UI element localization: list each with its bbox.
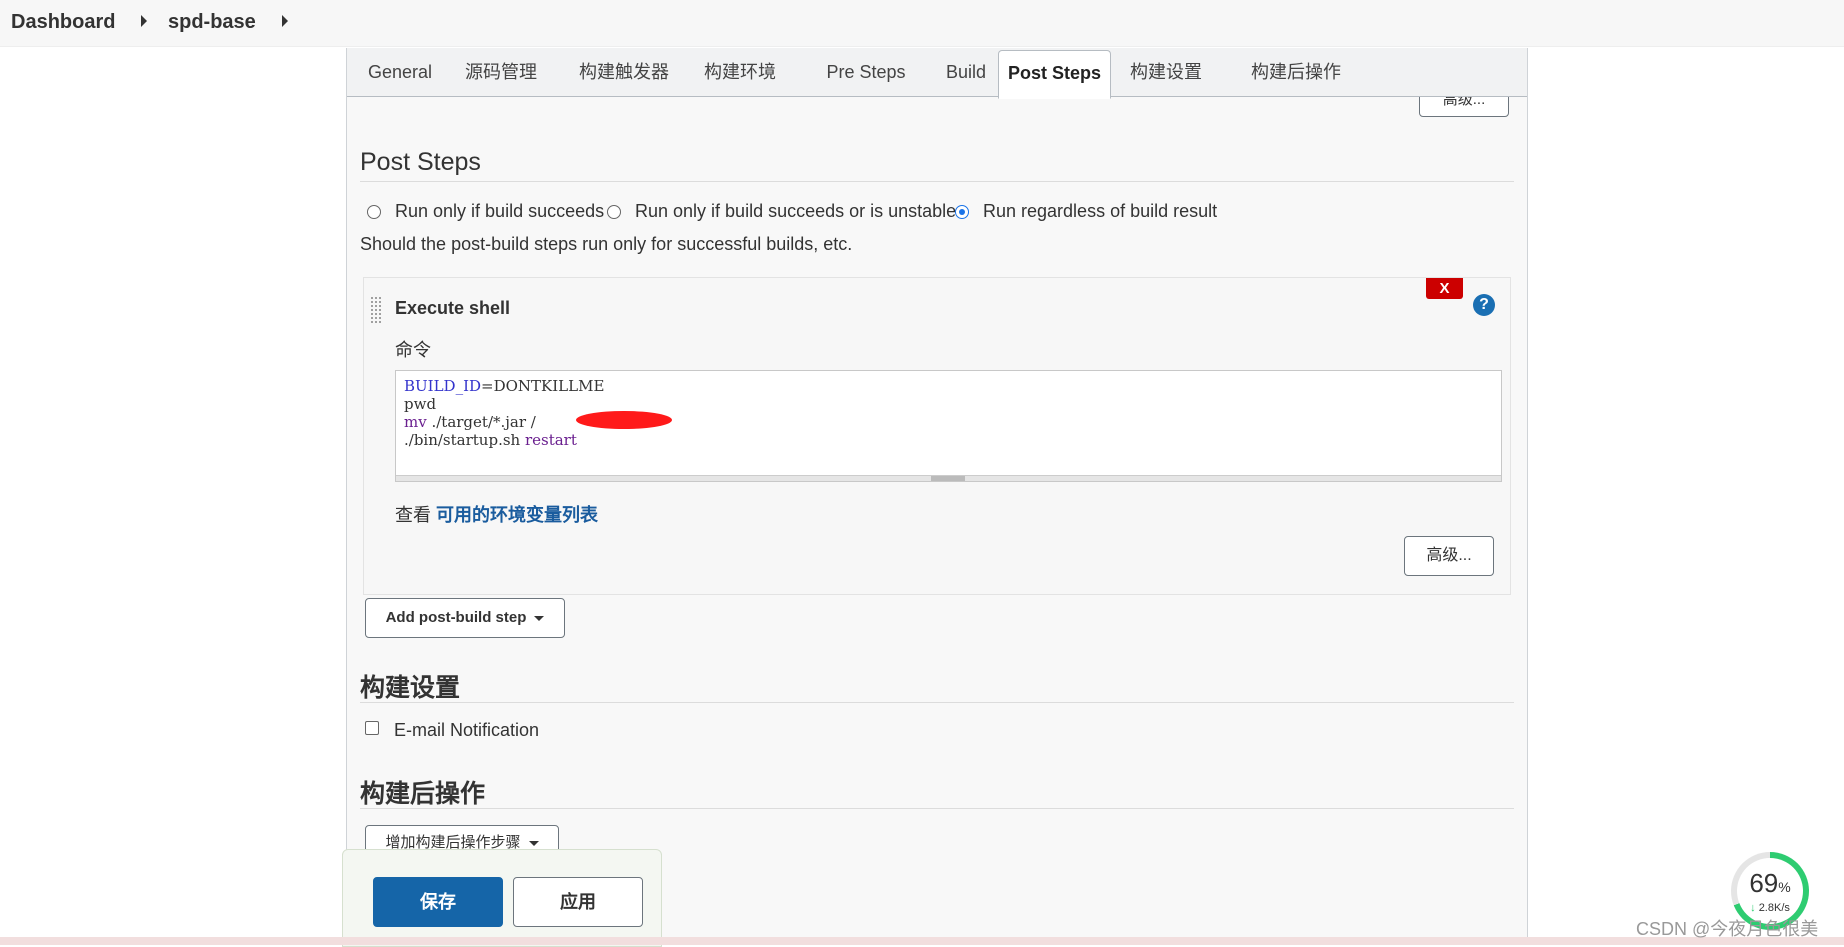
tab-general[interactable]: General	[359, 48, 441, 96]
code-line: mv ./target/*.jar //	[404, 413, 1493, 431]
bottom-strip	[0, 937, 1844, 945]
radio-succeeds[interactable]	[367, 205, 381, 219]
advanced-button-top[interactable]: 高级...	[1419, 97, 1509, 117]
advanced-button[interactable]: 高级...	[1404, 536, 1494, 576]
config-panel: General 源码管理 构建触发器 构建环境 Pre Steps Build …	[346, 48, 1528, 945]
code-token: pwd	[404, 395, 437, 413]
tab-source-control[interactable]: 源码管理	[457, 48, 545, 96]
add-post-build-step-button[interactable]: Add post-build step	[365, 598, 565, 638]
gauge-speed-value: 2.8K/s	[1758, 902, 1790, 914]
code-token: mv	[404, 413, 427, 431]
gauge-percent-unit: %	[1778, 879, 1791, 895]
gauge-percent-value: 69	[1749, 868, 1779, 898]
env-vars-hint: 查看 可用的环境变量列表	[395, 501, 598, 527]
tab-pre-steps[interactable]: Pre Steps	[811, 48, 921, 96]
tab-build[interactable]: Build	[931, 48, 1001, 96]
save-bar: 保存 应用	[342, 849, 662, 947]
apply-button[interactable]: 应用	[513, 877, 643, 927]
tab-bar: General 源码管理 构建触发器 构建环境 Pre Steps Build …	[347, 48, 1527, 99]
code-token: BUILD_ID	[404, 377, 482, 395]
redaction-mark	[576, 411, 672, 429]
download-arrow-icon: ↓	[1750, 902, 1756, 914]
code-line: pwd	[404, 395, 1493, 413]
code-token: restart	[524, 431, 577, 449]
drag-handle-icon[interactable]	[370, 296, 382, 324]
save-button[interactable]: 保存	[373, 877, 503, 927]
code-token: ./bin/startup.sh	[404, 431, 525, 449]
command-textarea[interactable]: BUILD_ID=DONTKILLME pwd mv ./target/*.ja…	[395, 370, 1502, 482]
gauge-speed: ↓ 2.8K/s	[1737, 902, 1803, 914]
chevron-right-icon[interactable]	[141, 15, 147, 27]
code-line: ./bin/startup.sh restart	[404, 431, 1493, 449]
delete-step-button[interactable]: X	[1426, 278, 1463, 299]
execute-shell-step: X ? Execute shell 命令 BUILD_ID=DONTKILLME…	[363, 277, 1511, 595]
code-token: =DONTKILLME	[481, 377, 605, 395]
chevron-right-icon[interactable]	[282, 15, 288, 27]
help-icon[interactable]: ?	[1473, 294, 1495, 316]
caret-down-icon	[534, 615, 545, 621]
add-post-build-step-label: Add post-build step	[385, 609, 527, 626]
email-notification-label[interactable]: E-mail Notification	[394, 720, 539, 741]
code-token: ./target/*.jar /	[426, 413, 536, 431]
top-advanced-clip: 高级...	[1419, 97, 1511, 117]
tab-build-triggers[interactable]: 构建触发器	[569, 48, 679, 96]
breadcrumb-job[interactable]: spd-base	[168, 11, 256, 34]
tab-post-build-actions[interactable]: 构建后操作	[1241, 48, 1351, 96]
radio-succeeds-or-unstable-label[interactable]: Run only if build succeeds or is unstabl…	[635, 201, 956, 222]
build-settings-title: 构建设置	[360, 674, 461, 702]
radio-succeeds-or-unstable[interactable]	[607, 205, 621, 219]
tab-post-steps[interactable]: Post Steps	[998, 50, 1111, 99]
divider	[360, 808, 1514, 809]
radio-regardless-label[interactable]: Run regardless of build result	[983, 201, 1217, 222]
command-label: 命令	[395, 340, 431, 360]
post-build-actions-title: 构建后操作	[360, 780, 486, 808]
radio-succeeds-label[interactable]: Run only if build succeeds	[395, 201, 604, 222]
resize-grip[interactable]	[931, 476, 965, 481]
env-vars-link[interactable]: 可用的环境变量列表	[436, 505, 598, 525]
gauge-percent: 69%	[1737, 868, 1803, 899]
radio-regardless[interactable]	[955, 205, 969, 219]
divider	[360, 181, 1514, 182]
breadcrumb-bar: Dashboard spd-base	[0, 0, 1844, 47]
tab-build-env[interactable]: 构建环境	[695, 48, 785, 96]
post-steps-description: Should the post-build steps run only for…	[360, 234, 853, 254]
watermark: CSDN @今夜月色很美	[1636, 919, 1819, 939]
step-title: Execute shell	[395, 298, 511, 318]
caret-down-icon	[528, 840, 539, 846]
breadcrumb-dashboard[interactable]: Dashboard	[11, 11, 115, 34]
email-notification-checkbox[interactable]	[365, 721, 379, 735]
post-steps-title: Post Steps	[360, 148, 481, 176]
code-line: BUILD_ID=DONTKILLME	[404, 377, 1493, 395]
divider	[360, 702, 1514, 703]
tab-build-settings[interactable]: 构建设置	[1121, 48, 1211, 96]
env-vars-prefix: 查看	[395, 505, 437, 525]
